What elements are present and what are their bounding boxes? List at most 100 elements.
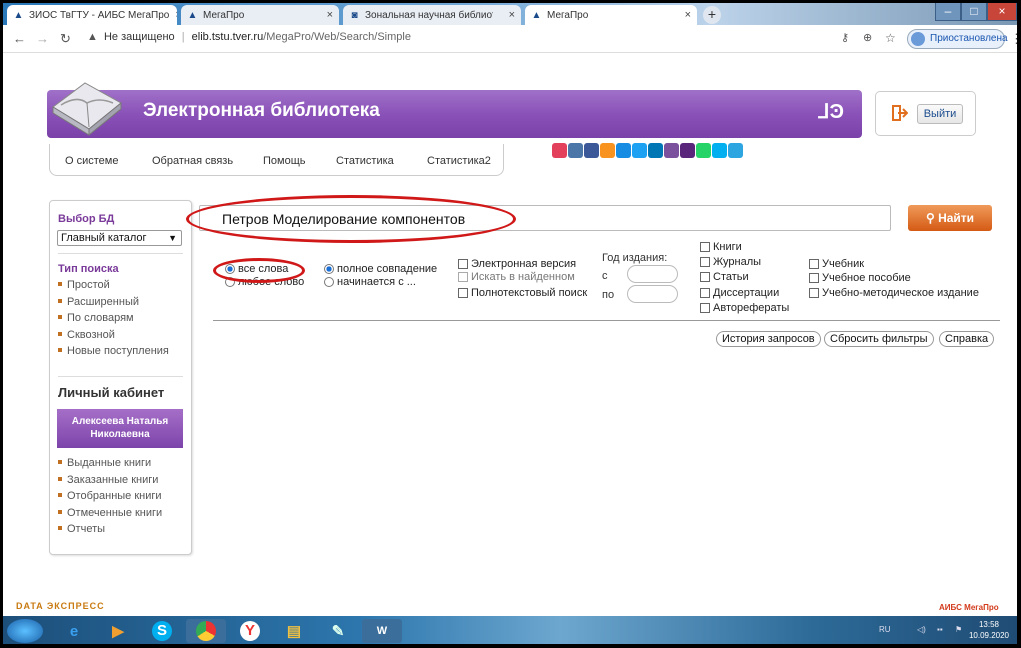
flag-icon[interactable]: ⚑: [955, 625, 962, 634]
history-button[interactable]: История запросов: [716, 331, 821, 347]
search-type-new[interactable]: Новые поступления: [58, 345, 169, 362]
linkedin-icon[interactable]: [648, 143, 663, 158]
reload-icon[interactable]: ↻: [60, 31, 71, 47]
taskbar: e ▶ S Y ▤ ✎ W RU ◁) ▪▪ ⚑ 13:58 10.09.202…: [3, 616, 1017, 644]
explorer-icon[interactable]: ▤: [274, 619, 314, 643]
back-icon[interactable]: ←: [13, 31, 26, 46]
cabinet-link-selected[interactable]: Отобранные книги: [58, 490, 162, 507]
social-share-bar: [552, 143, 743, 158]
checkbox-in-found[interactable]: Искать в найденном: [458, 271, 575, 283]
browser-tab-1[interactable]: ▲ ЗИОС ТвГТУ - АИБС МегаПро ×: [7, 5, 177, 25]
checkbox-books[interactable]: Книги: [700, 241, 742, 253]
search-type-dictionary[interactable]: По словарям: [58, 312, 169, 329]
checkbox-study-guide[interactable]: Учебное пособие: [809, 272, 911, 284]
whatsapp-icon[interactable]: [696, 143, 711, 158]
browser-tab-3[interactable]: ◙ Зональная научная библиотека ×: [343, 5, 521, 25]
livejournal-icon[interactable]: [664, 143, 679, 158]
menu-item-help[interactable]: Помощь: [263, 155, 306, 167]
year-from-input[interactable]: [627, 265, 678, 283]
checkbox-articles[interactable]: Статьи: [700, 271, 749, 283]
close-window-button[interactable]: ×: [987, 3, 1017, 21]
star-icon[interactable]: ☆: [885, 31, 896, 45]
checkbox-abstracts[interactable]: Авторефераты: [700, 302, 789, 314]
forward-icon[interactable]: →: [36, 31, 49, 46]
browser-tab-4[interactable]: ▲ МегаПро ×: [525, 5, 697, 25]
site-header: Электронная библиотека ⅃Ͽ: [47, 90, 862, 138]
browser-tab-2[interactable]: ▲ МегаПро ×: [181, 5, 339, 25]
cabinet-link-reports[interactable]: Отчеты: [58, 523, 162, 540]
twitter-icon[interactable]: [632, 143, 647, 158]
checkbox-methodical[interactable]: Учебно-методическое издание: [809, 287, 979, 299]
checkbox-electronic[interactable]: Электронная версия: [458, 258, 576, 270]
share-icon[interactable]: [552, 143, 567, 158]
clock[interactable]: 13:58 10.09.2020: [969, 619, 1009, 641]
reset-filters-button[interactable]: Сбросить фильтры: [824, 331, 934, 347]
close-icon[interactable]: ×: [503, 9, 515, 21]
menu-item-stats[interactable]: Статистика: [336, 155, 394, 167]
search-icon: ⚲: [925, 211, 935, 225]
zoom-icon[interactable]: ⊕: [863, 31, 872, 44]
logout-icon[interactable]: [892, 105, 908, 121]
logout-button[interactable]: Выйти: [917, 104, 963, 124]
start-button[interactable]: [7, 619, 43, 643]
db-heading: Выбор БД: [58, 213, 115, 225]
yandex-browser-icon[interactable]: Y: [230, 619, 270, 643]
skype-icon[interactable]: S: [142, 619, 182, 643]
year-from-label: с: [602, 270, 608, 282]
viber-icon[interactable]: [680, 143, 695, 158]
paint-icon[interactable]: ✎: [318, 619, 358, 643]
menu-icon[interactable]: ⋮: [1010, 31, 1017, 47]
odnoklassniki-icon[interactable]: [600, 143, 615, 158]
checkbox-textbook[interactable]: Учебник: [809, 258, 864, 270]
close-icon[interactable]: ×: [321, 9, 333, 21]
menu-item-about[interactable]: О системе: [65, 155, 118, 167]
search-type-heading: Тип поиска: [58, 263, 119, 275]
cabinet-list: Выданные книги Заказанные книги Отобранн…: [58, 457, 162, 540]
chevron-down-icon: ▼: [168, 233, 177, 243]
checkbox-journals[interactable]: Журналы: [700, 256, 761, 268]
minimize-button[interactable]: –: [935, 3, 961, 21]
menu-item-feedback[interactable]: Обратная связь: [152, 155, 233, 167]
telegram-icon[interactable]: [728, 143, 743, 158]
mail-icon[interactable]: [616, 143, 631, 158]
year-to-label: по: [602, 289, 615, 301]
facebook-icon[interactable]: [584, 143, 599, 158]
skype-icon[interactable]: [712, 143, 727, 158]
profile-button[interactable]: Приостановлена: [907, 29, 1008, 49]
new-tab-button[interactable]: +: [703, 6, 721, 24]
word-icon[interactable]: W: [362, 619, 402, 643]
close-icon[interactable]: ×: [679, 9, 691, 21]
url-field[interactable]: ▲ Не защищено | elib.tstu.tver.ru/MegaPr…: [87, 31, 411, 43]
radio-starts-with[interactable]: начинается с ...: [324, 276, 416, 288]
vk-icon[interactable]: [568, 143, 583, 158]
radio-exact-match[interactable]: полное совпадение: [324, 263, 437, 275]
checkbox-dissertations[interactable]: Диссертации: [700, 287, 779, 299]
media-player-icon[interactable]: ▶: [98, 619, 138, 643]
book-icon: [52, 82, 122, 137]
search-type-simple[interactable]: Простой: [58, 279, 169, 296]
megapro-icon: ▲: [531, 9, 542, 21]
checkbox-fulltext[interactable]: Полнотекстовый поиск: [458, 287, 587, 299]
search-type-extended[interactable]: Расширенный: [58, 296, 169, 313]
chrome-icon[interactable]: [186, 619, 226, 643]
cabinet-link-issued[interactable]: Выданные книги: [58, 457, 162, 474]
cabinet-link-ordered[interactable]: Заказанные книги: [58, 474, 162, 491]
top-menu: О системе Обратная связь Помощь Статисти…: [49, 144, 504, 176]
language-indicator[interactable]: RU: [879, 625, 891, 634]
cabinet-link-marked[interactable]: Отмеченные книги: [58, 507, 162, 524]
search-type-list: Простой Расширенный По словарям Сквозной…: [58, 279, 169, 362]
year-to-input[interactable]: [627, 285, 678, 303]
volume-icon[interactable]: ◁): [917, 625, 926, 634]
menu-item-stats2[interactable]: Статистика2: [427, 155, 491, 167]
close-icon[interactable]: ×: [169, 9, 177, 21]
maximize-button[interactable]: □: [961, 3, 987, 21]
ie-icon[interactable]: e: [54, 619, 94, 643]
network-icon[interactable]: ▪▪: [937, 625, 943, 634]
search-type-through[interactable]: Сквозной: [58, 329, 169, 346]
site-title: Электронная библиотека: [143, 100, 380, 121]
db-select[interactable]: Главный каталог ▼: [57, 230, 182, 246]
find-button[interactable]: ⚲ Найти: [908, 205, 992, 231]
key-icon[interactable]: ⚷: [841, 31, 849, 44]
user-name-button[interactable]: Алексеева Наталья Николаевна: [57, 409, 183, 448]
help-button[interactable]: Справка: [939, 331, 995, 347]
